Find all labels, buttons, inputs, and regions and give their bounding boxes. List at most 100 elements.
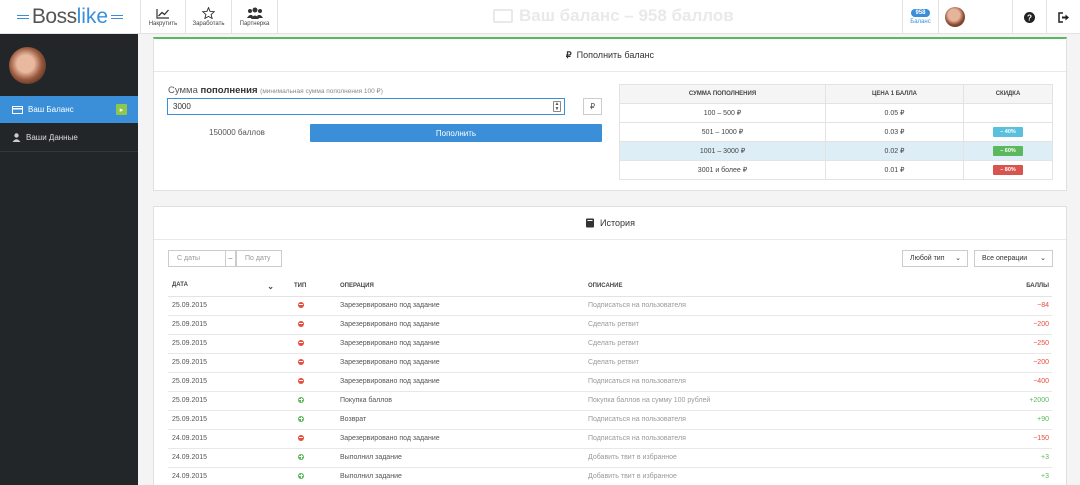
table-row: 25.09.2015 Покупка баллов Покупка баллов н…	[168, 391, 1052, 411]
table-row: 25.09.2015 Зарезервировано под задание Сде…	[168, 315, 1052, 335]
ruble-icon: ₽	[565, 49, 572, 60]
row-operation: Выполнил задание	[340, 448, 588, 468]
balance-label: Баланс	[910, 19, 931, 25]
date-to-input[interactable]: По дату	[236, 250, 282, 267]
row-type	[294, 296, 340, 316]
sidebar-item-label: Ваши Данные	[26, 133, 78, 142]
price-row: 100 – 500 ₽ 0.05 ₽	[619, 103, 1053, 123]
ghost-page-title: Ваш баланс – 958 баллов	[493, 6, 734, 26]
price-value: 0.05 ₽	[825, 103, 964, 123]
operations-filter-select[interactable]: Все операции ⌄	[974, 250, 1053, 267]
price-range: 3001 и более ₽	[619, 160, 826, 180]
row-operation: Зарезервировано под задание	[340, 334, 588, 354]
date-from-input[interactable]: С даты	[168, 250, 226, 267]
wallet-icon	[12, 105, 23, 114]
number-stepper[interactable]: ▲ ▼	[553, 101, 561, 112]
amount-label-prefix: Сумма	[168, 85, 201, 96]
logo[interactable]: Boss like	[0, 0, 140, 34]
help-button[interactable]: ?	[1012, 0, 1046, 34]
table-row: 25.09.2015 Зарезервировано под задание Под…	[168, 296, 1052, 316]
user-menu[interactable]	[938, 0, 1012, 34]
plus-circle-icon	[298, 453, 304, 460]
amount-input[interactable]: 3000 ▲ ▼	[167, 98, 565, 115]
col-description: ОПИСАНИЕ	[588, 277, 918, 297]
row-points: −84	[918, 296, 1052, 316]
plus-circle-icon	[298, 415, 304, 422]
sidebar-divider	[0, 151, 138, 152]
row-points: +2000	[918, 391, 1052, 411]
plus-circle-icon	[298, 472, 304, 479]
minus-circle-icon	[298, 320, 304, 327]
row-type	[294, 353, 340, 373]
row-type	[294, 467, 340, 485]
nav-earn[interactable]: Заработать	[186, 0, 232, 34]
row-date: 25.09.2015	[168, 315, 294, 335]
topup-header: ₽ Пополнить баланс	[154, 39, 1066, 72]
price-range: 501 – 1000 ₽	[619, 122, 826, 142]
book-icon	[586, 218, 595, 228]
chevron-down-icon: ⌄	[1040, 255, 1046, 262]
row-operation: Покупка баллов	[340, 391, 588, 411]
row-description: Добавить твит в избранное	[588, 467, 918, 485]
row-points: +3	[918, 467, 1052, 485]
discount-badge: – 60%	[993, 146, 1023, 156]
operations-filter-value: Все операции	[982, 255, 1028, 262]
nav-boost[interactable]: Накрутить	[140, 0, 186, 34]
row-operation: Зарезервировано под задание	[340, 353, 588, 373]
chevron-right-icon: ▸	[116, 104, 127, 115]
discount-badge: – 40%	[993, 127, 1023, 137]
row-type	[294, 315, 340, 335]
col-type: ТИП	[294, 277, 340, 297]
col-price: ЦЕНА 1 БАЛЛА	[825, 84, 964, 104]
col-amount: СУММА ПОПОЛНЕНИЯ	[619, 84, 826, 104]
balance-button[interactable]: 958 Баланс	[902, 0, 938, 34]
row-operation: Зарезервировано под задание	[340, 372, 588, 392]
nav-partners[interactable]: Партнерка	[232, 0, 278, 34]
col-date[interactable]: ДАТА ⌄	[168, 277, 294, 297]
row-description: Сделать ретвит	[588, 315, 918, 335]
row-points: −400	[918, 372, 1052, 392]
price-range: 100 – 500 ₽	[619, 103, 826, 123]
table-row: 24.09.2015 Зарезервировано под задание Под…	[168, 429, 1052, 449]
row-type	[294, 410, 340, 430]
topup-panel: ₽ Пополнить баланс Сумма пополнения (мин…	[153, 37, 1067, 191]
users-icon	[246, 7, 263, 19]
minus-circle-icon	[298, 434, 304, 441]
logo-dash-left	[16, 15, 29, 19]
type-filter-select[interactable]: Любой тип ⌄	[902, 250, 968, 267]
row-description: Сделать ретвит	[588, 353, 918, 373]
row-type	[294, 448, 340, 468]
topup-button[interactable]: Пополнить	[310, 124, 602, 142]
row-operation: Зарезервировано под задание	[340, 296, 588, 316]
amount-input-value: 3000	[173, 102, 191, 111]
row-description: Сделать ретвит	[588, 334, 918, 354]
date-range-separator: –	[225, 250, 236, 267]
table-row: 24.09.2015 Выполнил задание Добавить твит …	[168, 448, 1052, 468]
logo-dash-right	[111, 15, 124, 19]
discount-badge: – 80%	[993, 165, 1023, 175]
row-description: Подписаться на пользователя	[588, 372, 918, 392]
row-date: 24.09.2015	[168, 467, 294, 485]
logout-button[interactable]	[1046, 0, 1080, 34]
price-value: 0.02 ₽	[825, 141, 964, 161]
row-points: −150	[918, 429, 1052, 449]
logout-icon	[1057, 11, 1069, 23]
table-row: 25.09.2015 Возврат Подписаться на пользова…	[168, 410, 1052, 430]
nav-partners-label: Партнерка	[239, 21, 270, 27]
sidebar-item-balance[interactable]: Ваш Баланс ▸	[0, 96, 138, 123]
avatar	[945, 7, 965, 27]
help-icon: ?	[1024, 11, 1035, 23]
minus-circle-icon	[298, 301, 304, 308]
sidebar-item-data[interactable]: Ваши Данные	[0, 124, 138, 151]
table-row: 25.09.2015 Зарезервировано под задание Сде…	[168, 334, 1052, 354]
price-table: СУММА ПОПОЛНЕНИЯ ЦЕНА 1 БАЛЛА СКИДКА 100…	[619, 84, 1053, 180]
row-points: −250	[918, 334, 1052, 354]
row-date: 25.09.2015	[168, 353, 294, 373]
amount-label-bold: пополнения	[200, 85, 258, 96]
row-operation: Зарезервировано под задание	[340, 315, 588, 335]
table-row: 24.09.2015 Выполнил задание Добавить твит …	[168, 467, 1052, 485]
amount-hint: (минимальная сумма пополнения 100 ₽)	[260, 88, 383, 95]
sidebar-avatar[interactable]	[9, 47, 46, 84]
type-filter-value: Любой тип	[910, 255, 945, 262]
price-discount	[963, 103, 1053, 123]
